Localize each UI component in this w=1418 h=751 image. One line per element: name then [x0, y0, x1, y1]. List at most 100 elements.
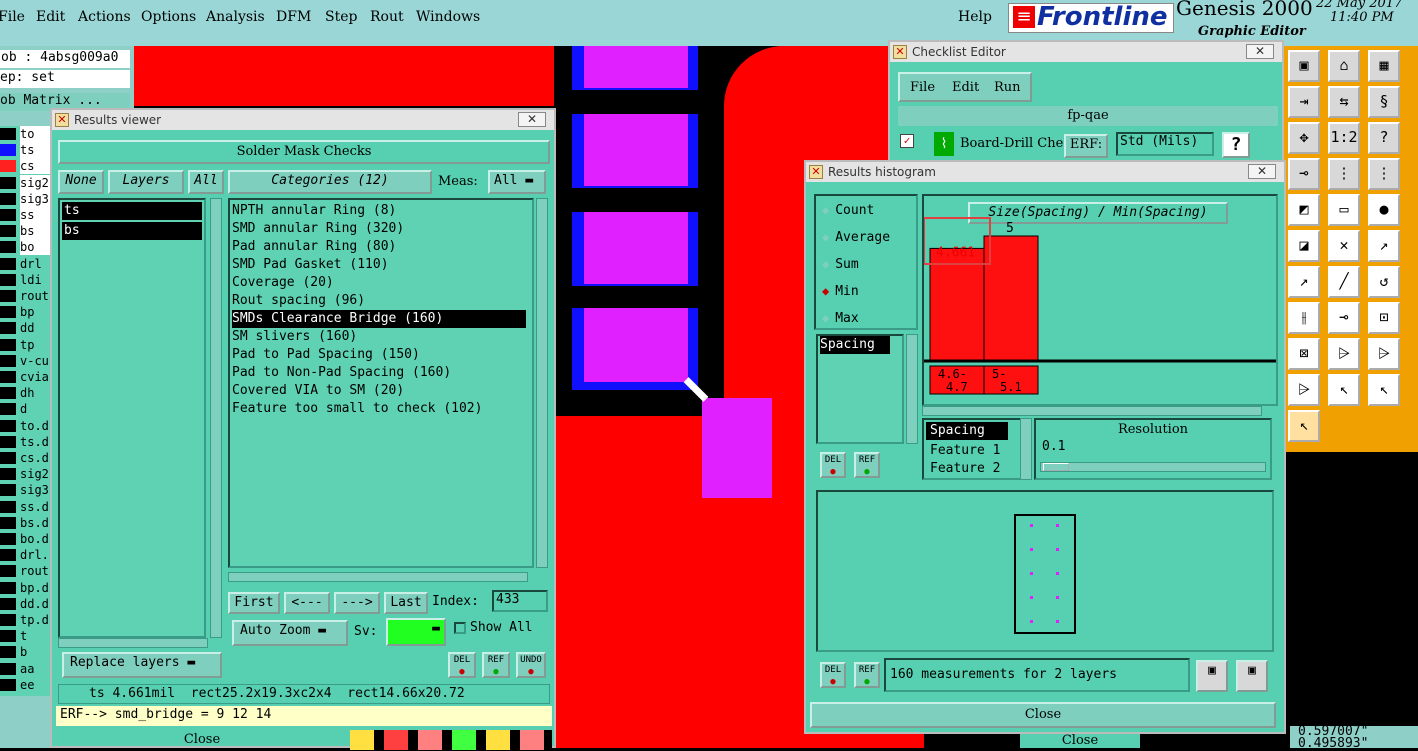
tool-icon[interactable]: ⩥ — [1368, 338, 1400, 370]
layer-color-swatch[interactable] — [0, 322, 16, 335]
layer-color-swatch[interactable] — [0, 225, 16, 238]
show-all-checkbox[interactable] — [454, 622, 466, 634]
replace-layers-select[interactable]: Replace layers ▬ — [62, 652, 222, 678]
mode-radio-max[interactable]: ◆ Max — [822, 308, 859, 328]
tool-icon[interactable]: ╱ — [1328, 266, 1360, 298]
layer-color-swatch[interactable] — [0, 630, 16, 643]
layer-row[interactable]: b — [0, 644, 50, 661]
menu-options[interactable]: Options — [141, 9, 196, 25]
layer-row[interactable]: sig3 — [0, 190, 50, 207]
category-item[interactable]: Coverage (20) — [232, 274, 532, 292]
category-item[interactable]: Covered VIA to SM (20) — [232, 382, 532, 400]
layer-row[interactable]: drl. — [0, 547, 50, 564]
histogram-bar[interactable] — [983, 235, 1039, 361]
tool-icon[interactable]: ⋮ — [1328, 158, 1360, 190]
category-item[interactable]: Pad annular Ring (80) — [232, 238, 532, 256]
checklist-menu-edit[interactable]: Edit — [952, 80, 979, 95]
ref-button[interactable]: REF ● — [482, 652, 510, 678]
layer-row[interactable]: t — [0, 628, 50, 645]
category-item[interactable]: SMD annular Ring (320) — [232, 220, 532, 238]
mode-radio-average[interactable]: ◆ Average — [822, 227, 890, 247]
category-item[interactable]: NPTH annular Ring (8) — [232, 202, 532, 220]
layer-color-swatch[interactable] — [0, 371, 16, 383]
layer-row[interactable]: bp.d — [0, 579, 50, 596]
layer-row[interactable]: sig2 — [0, 466, 50, 483]
undo-button[interactable]: UNDO ● — [516, 652, 546, 678]
tool-icon[interactable]: ⩥ — [1288, 374, 1320, 406]
help-button[interactable]: ? — [1222, 132, 1250, 158]
tool-icon[interactable]: ◩ — [1288, 194, 1320, 226]
layer-color-swatch[interactable] — [0, 484, 16, 497]
erf-button[interactable]: ERF: — [1064, 134, 1108, 158]
layer-row[interactable]: tp.d — [0, 612, 50, 628]
layer-color-swatch[interactable] — [0, 209, 16, 221]
tool-icon[interactable]: § — [1368, 86, 1400, 118]
result-layer-item[interactable]: bs — [62, 222, 202, 240]
layer-color-swatch[interactable] — [0, 354, 16, 367]
layer-row[interactable]: bp — [0, 304, 50, 321]
layers-scrollbar[interactable] — [210, 198, 222, 638]
layer-row[interactable]: bs.d — [0, 514, 50, 531]
layer-row[interactable]: d — [0, 401, 50, 418]
menu-analysis[interactable]: Analysis — [206, 9, 265, 25]
tool-icon[interactable]: ⊸ — [1328, 302, 1360, 334]
categories-list[interactable]: NPTH annular Ring (8) SMD annular Ring (3… — [228, 198, 534, 568]
category-item[interactable]: SMDs Clearance Bridge (160) — [232, 310, 526, 328]
hist-del-button[interactable]: DEL ● — [820, 452, 846, 478]
layer-row[interactable]: tp — [0, 336, 50, 353]
checklist-close-button[interactable]: Close — [1020, 734, 1140, 748]
hist-ref2-button[interactable]: REF ● — [854, 662, 880, 688]
category-item[interactable]: Rout spacing (96) — [232, 292, 532, 310]
tool-icon[interactable]: ▣ — [1288, 50, 1320, 82]
layer-color-swatch[interactable] — [0, 452, 16, 464]
tool-icon[interactable]: ● — [1368, 194, 1400, 226]
category-item[interactable]: Pad to Pad Spacing (150) — [232, 346, 532, 364]
resolution-slider-thumb[interactable] — [1043, 463, 1069, 471]
category-item[interactable]: Pad to Non-Pad Spacing (160) — [232, 364, 532, 382]
layer-color-swatch[interactable] — [0, 662, 16, 675]
hist-del2-button[interactable]: DEL ● — [820, 662, 846, 688]
result-layers-list[interactable]: ts bs — [58, 198, 206, 638]
field-spacing[interactable]: Spacing — [926, 422, 1008, 440]
layer-row[interactable]: ee — [0, 676, 50, 693]
categories-scrollbar[interactable] — [536, 198, 548, 568]
menu-edit[interactable]: Edit — [36, 9, 65, 25]
layer-color-swatch[interactable] — [0, 614, 16, 626]
layer-row[interactable]: to — [0, 126, 50, 142]
first-button[interactable]: First — [228, 592, 280, 614]
layer-row[interactable]: rout — [0, 563, 50, 580]
tool-icon[interactable]: ⩥ — [1328, 338, 1360, 370]
layer-color-swatch[interactable] — [0, 144, 16, 157]
tool-icon[interactable]: ⊡ — [1368, 302, 1400, 334]
tool-icon[interactable]: ⋮ — [1368, 158, 1400, 190]
close-icon[interactable]: ✕ — [1246, 44, 1274, 59]
layer-color-swatch[interactable] — [0, 435, 16, 448]
layer-row[interactable]: bo — [0, 239, 50, 256]
layer-row[interactable]: ss.d — [0, 498, 50, 515]
tool-icon[interactable]: ↖ — [1288, 410, 1320, 442]
layer-color-swatch[interactable] — [0, 403, 16, 416]
layer-color-swatch[interactable] — [0, 160, 16, 173]
layer-row[interactable]: sig3 — [0, 482, 50, 499]
layer-row[interactable]: v-cu — [0, 352, 50, 369]
tool-icon[interactable]: ▦ — [1368, 50, 1400, 82]
mode-radio-min[interactable]: ◆ Min — [822, 281, 859, 301]
tool-icon[interactable]: ↺ — [1368, 266, 1400, 298]
histogram-hscrollbar[interactable] — [922, 406, 1262, 416]
layer-color-swatch[interactable] — [0, 500, 16, 513]
prev-button[interactable]: <--- — [284, 592, 330, 614]
checklist-item[interactable]: Board-Drill Che — [960, 136, 1063, 151]
layer-row[interactable]: ldi — [0, 271, 50, 288]
tool-icon[interactable]: ⫲ — [1288, 302, 1320, 334]
layer-color-swatch[interactable] — [0, 338, 16, 351]
layer-row[interactable]: dd.d — [0, 595, 50, 612]
menu-file[interactable]: File — [0, 9, 25, 25]
layer-row[interactable]: dh — [0, 385, 50, 402]
zoom-chart-icon[interactable]: ▣ — [1196, 660, 1228, 692]
layer-color-swatch[interactable] — [0, 565, 16, 578]
layer-row[interactable]: cs — [0, 158, 50, 175]
layer-row[interactable]: cvia — [0, 369, 50, 385]
resolution-slider[interactable] — [1040, 462, 1266, 472]
sv-color-select[interactable]: ▬ — [386, 618, 446, 646]
spacing-list-item[interactable]: Spacing — [820, 336, 890, 354]
